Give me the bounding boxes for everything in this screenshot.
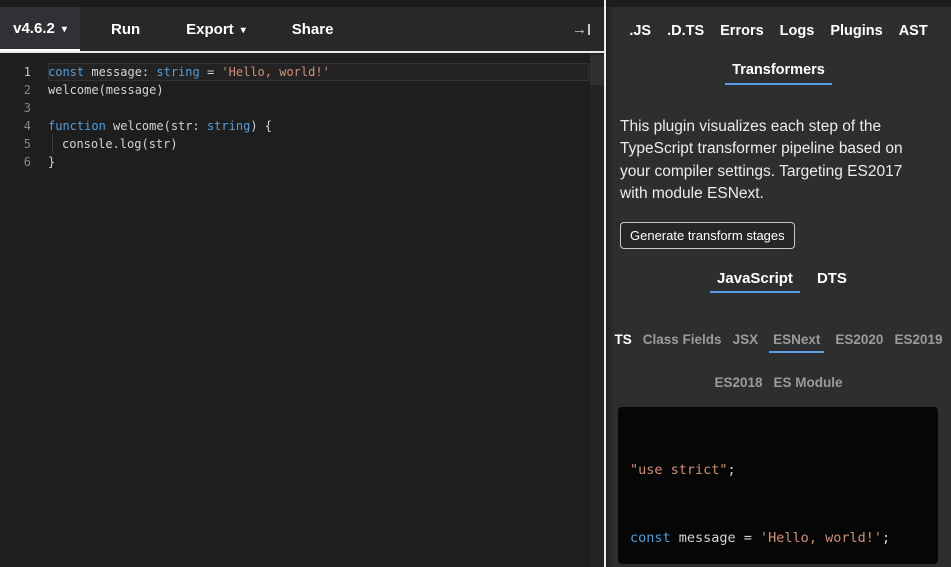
code-token: ; [728,462,736,478]
sidebar-tab-bar: .JS .D.TS Errors Logs Plugins AST [606,23,951,39]
panel-resize-handle[interactable] [604,0,606,567]
plugin-description: This plugin visualizes each step of the … [620,116,926,206]
sidebar-panel: .JS .D.TS Errors Logs Plugins AST Transf… [606,0,951,567]
editor-pane: v4.6.2 ▾ Run Export ▾ Share → [0,0,604,567]
window-top-strip [0,0,951,7]
code-token: message: [84,65,156,79]
code-token: 'Hello, world!' [221,65,329,79]
code-line[interactable]: 6 } [0,153,604,171]
export-dropdown[interactable]: Export ▾ [171,7,261,51]
code-token: function [48,119,106,133]
code-token: } [48,155,55,169]
code-token: "use strict" [630,462,728,478]
code-token: = [200,65,222,79]
tab-plugins[interactable]: Plugins [830,23,882,39]
run-button[interactable]: Run [96,7,155,51]
code-token: 'Hello, world!' [760,530,882,546]
output-line: "use strict"; [630,459,938,481]
stage-ts[interactable]: TS [615,332,632,347]
transformed-code-output: "use strict"; const message = 'Hello, wo… [618,407,938,564]
code-token: welcome(str: [106,119,207,133]
stage-es2019[interactable]: ES2019 [894,332,942,347]
tab-javascript-active[interactable]: JavaScript [710,270,800,293]
line-number: 5 [0,135,48,153]
code-line[interactable]: 4 function welcome(str: string) { [0,117,604,135]
tab-dts-output[interactable]: DTS [817,270,847,287]
share-button[interactable]: Share [277,7,349,51]
version-label: v4.6.2 [13,20,55,37]
code-token: string [156,65,199,79]
code-token: ; [882,530,890,546]
stage-es-module[interactable]: ES Module [774,375,843,390]
code-token: console.log(str) [62,137,178,151]
tab-transformers-active[interactable]: Transformers [725,62,832,85]
output-format-tabs: JavaScript DTS [606,270,951,293]
caret-down-icon: ▾ [241,25,246,36]
share-label: Share [292,21,334,38]
code-line[interactable]: 1 const message: string = 'Hello, world!… [0,63,604,81]
stage-jsx[interactable]: JSX [733,332,759,347]
tab-logs[interactable]: Logs [780,23,815,39]
scrollbar-thumb[interactable] [590,55,604,85]
line-number: 6 [0,153,48,171]
tab-ast[interactable]: AST [899,23,928,39]
code-token: string [207,119,250,133]
line-number: 3 [0,99,48,117]
code-token: ) { [250,119,272,133]
code-token: const [630,530,671,546]
export-label: Export [186,21,234,38]
output-line: const message = 'Hello, world!'; [630,527,938,549]
indent-guide [52,135,62,153]
dock-sidebar-right-icon[interactable]: → [572,7,590,51]
code-line[interactable]: 5 console.log(str) [0,135,604,153]
line-number: 1 [0,63,48,81]
run-label: Run [111,21,140,38]
code-token: const [48,65,84,79]
line-number: 4 [0,117,48,135]
editor-toolbar: v4.6.2 ▾ Run Export ▾ Share → [0,0,604,53]
tab-errors[interactable]: Errors [720,23,764,39]
editor-scrollbar[interactable] [590,53,604,567]
code-line[interactable]: 3 [0,99,604,117]
code-token: welcome(message) [48,83,164,97]
stage-esnext-selected[interactable]: ESNext [769,332,824,353]
line-number: 2 [0,81,48,99]
code-editor[interactable]: 1 const message: string = 'Hello, world!… [0,53,604,567]
code-line[interactable]: 2 welcome(message) [0,81,604,99]
tab-dts[interactable]: .D.TS [667,23,704,39]
stage-es2020[interactable]: ES2020 [835,332,883,347]
stage-class-fields[interactable]: Class Fields [643,332,722,347]
code-token: message = [671,530,760,546]
transform-stage-tabs: TS Class Fields JSX ESNext ES2020 ES2019… [606,332,951,390]
typescript-playground: v4.6.2 ▾ Run Export ▾ Share → [0,0,951,567]
version-dropdown[interactable]: v4.6.2 ▾ [0,7,80,51]
stage-es2018[interactable]: ES2018 [714,375,762,390]
caret-down-icon: ▾ [62,24,67,35]
generate-transform-stages-button[interactable]: Generate transform stages [620,222,795,249]
tab-js[interactable]: .JS [629,23,651,39]
